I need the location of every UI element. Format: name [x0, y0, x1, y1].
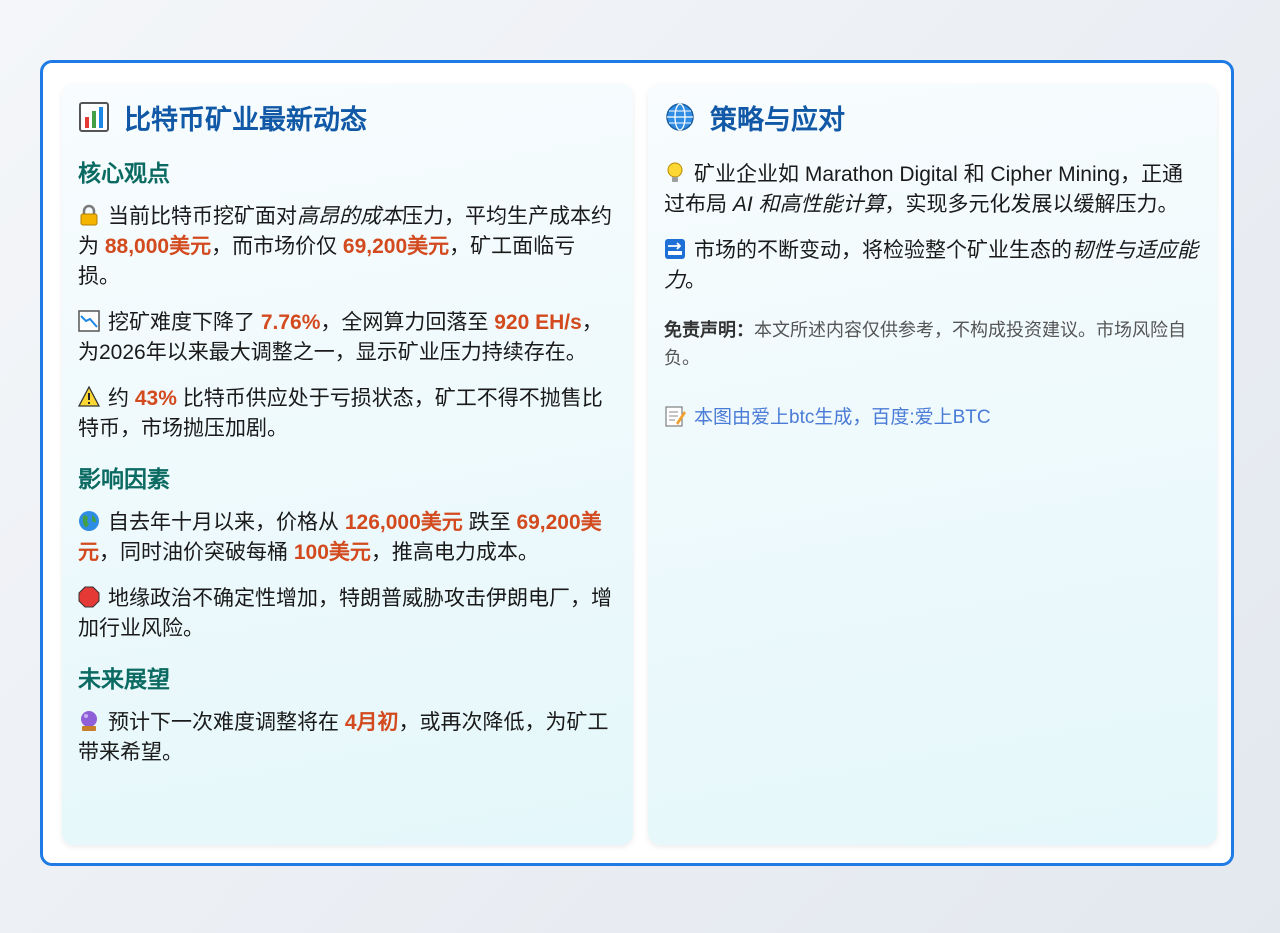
list-item: 当前比特币挖矿面对高昂的成本压力，平均生产成本约为 88,000美元，而市场价仅… [78, 204, 612, 288]
lock-icon [78, 204, 100, 226]
credit-text[interactable]: 本图由爱上btc生成，百度:爱上BTC [694, 402, 991, 429]
globe-icon [78, 510, 100, 532]
disclaimer: 免责声明：本文所述内容仅供参考，不构成投资建议。市场风险自负。 [664, 320, 1186, 368]
stop-sign-icon [78, 586, 100, 608]
card-title-text: 策略与应对 [710, 104, 845, 135]
section-title-factors: 影响因素 [78, 466, 170, 492]
main-frame: 比特币矿业最新动态 核心观点 当前比特币挖矿面对高昂的成本压力，平均生产成本约为… [40, 60, 1234, 866]
strategy-card: 策略与应对 矿业企业如 Marathon Digital 和 Cipher Mi… [648, 84, 1217, 845]
card-title: 策略与应对 [664, 100, 1201, 135]
card-title-text: 比特币矿业最新动态 [124, 104, 367, 135]
warning-icon [77, 385, 101, 408]
list-item: 地缘政治不确定性增加，特朗普威胁攻击伊朗电厂，增加行业风险。 [78, 586, 612, 640]
list-item: 挖矿难度下降了 7.76%，全网算力回落至 920 EH/s，为2026年以来最… [78, 310, 603, 364]
credit-link[interactable]: 本图由爱上btc生成，百度:爱上BTC [664, 402, 1201, 429]
list-item: 市场的不断变动，将检验整个矿业生态的韧性与适应能力。 [664, 238, 1198, 292]
memo-icon [664, 405, 686, 427]
bar-chart-icon [78, 101, 110, 133]
list-item: 自去年十月以来，价格从 126,000美元 跌至 69,200美元，同时油价突破… [78, 510, 602, 564]
mining-news-card: 比特币矿业最新动态 核心观点 当前比特币挖矿面对高昂的成本压力，平均生产成本约为… [62, 84, 633, 845]
soon-arrow-icon [664, 238, 686, 260]
globe-meridians-icon [664, 101, 696, 133]
list-item: 约 43% 比特币供应处于亏损状态，矿工不得不抛售比特币，市场抛压加剧。 [77, 385, 603, 440]
card-title: 比特币矿业最新动态 [78, 100, 617, 135]
chart-decreasing-icon [78, 310, 100, 332]
list-item: 矿业企业如 Marathon Digital 和 Cipher Mining，正… [664, 162, 1183, 216]
list-item: 预计下一次难度调整将在 4月初，或再次降低，为矿工带来希望。 [78, 710, 609, 764]
section-title-core: 核心观点 [78, 160, 170, 186]
crystal-ball-icon [78, 710, 100, 732]
lightbulb-icon [664, 162, 686, 184]
section-title-outlook: 未来展望 [78, 666, 170, 692]
